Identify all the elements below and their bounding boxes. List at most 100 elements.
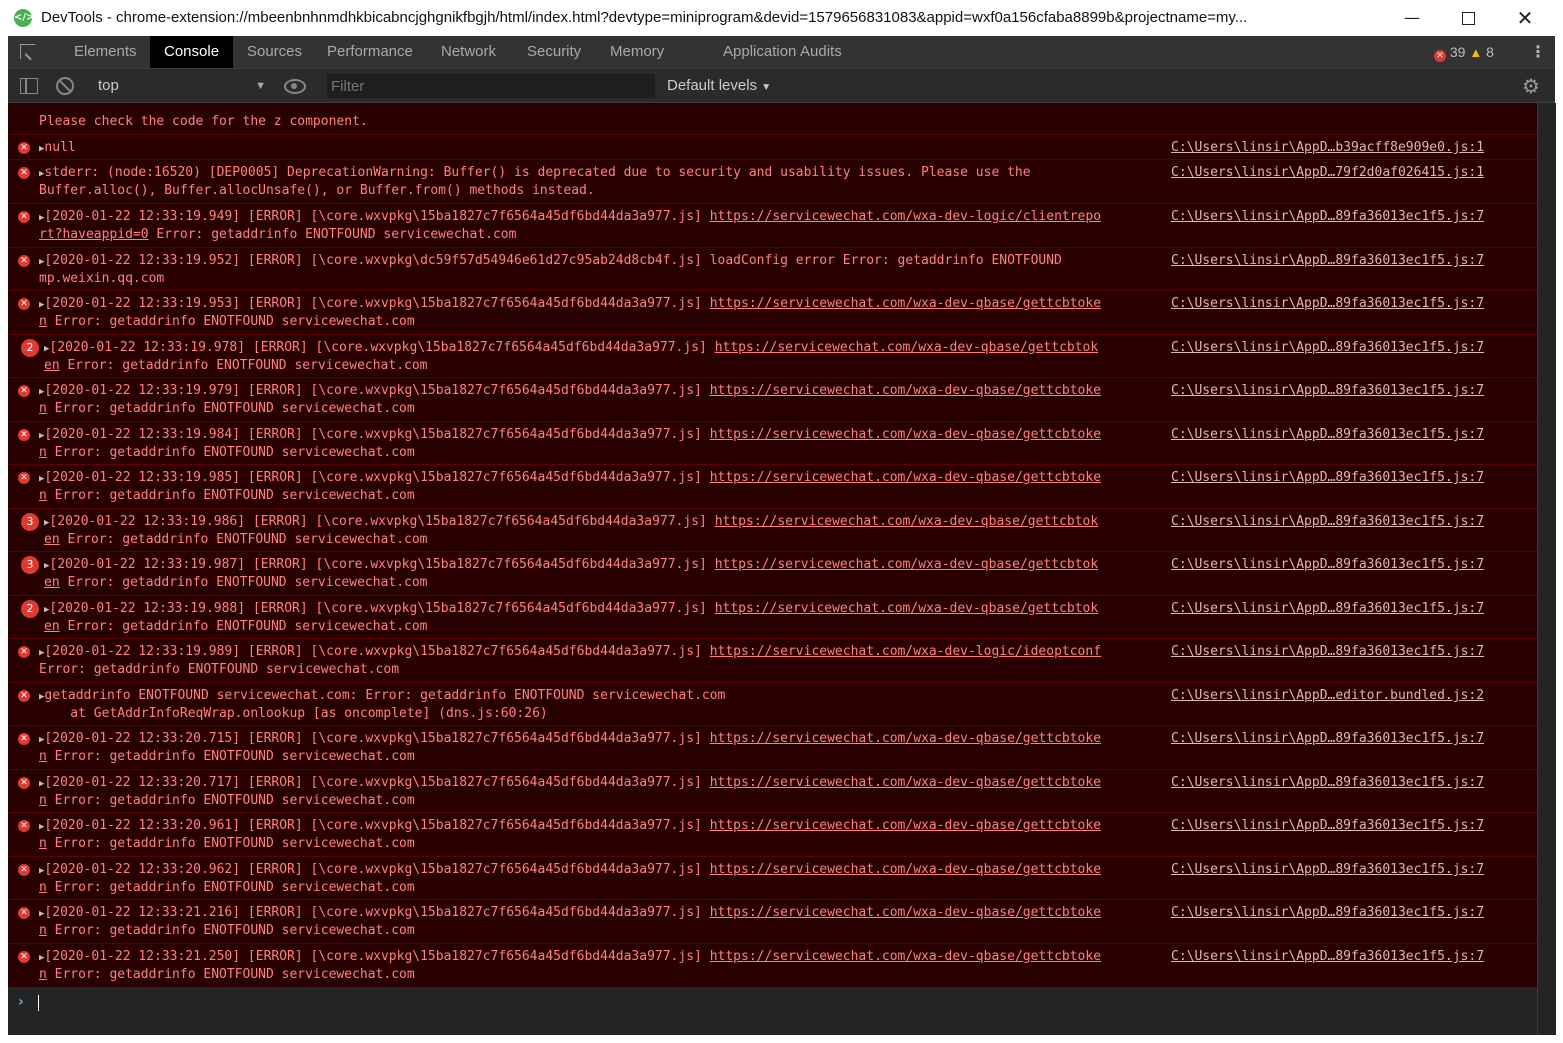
message-url-link-continued[interactable]: en [44,575,60,590]
message-url-link[interactable]: https://servicewechat.com/wxa-dev-qbase/… [710,905,1101,920]
message-url-link[interactable]: https://servicewechat.com/wxa-dev-logic/… [710,209,1101,224]
console-message-row[interactable]: ✕ ▶[2020-01-22 12:33:20.961] [ERROR] [\co… [8,812,1537,856]
maximize-icon[interactable] [1440,0,1496,36]
console-message-row[interactable]: Please check the code for the z componen… [8,109,1537,134]
source-file-link[interactable]: C:\Users\linsir\AppD…b39acff8e909e0.js:1 [1171,139,1484,157]
source-file-link[interactable]: C:\Users\linsir\AppD…89fa36013ec1f5.js:7 [1171,861,1484,879]
tab-audits[interactable]: Audits [786,36,856,68]
message-url-link-continued[interactable]: n [39,749,47,764]
console-message-row[interactable]: ✕ ▶[2020-01-22 12:33:19.979] [ERROR] [\co… [8,377,1537,421]
message-url-link[interactable]: https://servicewechat.com/wxa-dev-qbase/… [715,514,1099,529]
message-url-link-continued[interactable]: n [39,314,47,329]
console-message-row[interactable]: ✕ ▶getaddrinfo ENOTFOUND servicewechat.co… [8,682,1537,725]
console-message-row[interactable]: ✕ ▶[2020-01-22 12:33:19.984] [ERROR] [\co… [8,421,1537,464]
message-continuation: n Error: getaddrinfo ENOTFOUND servicewe… [39,748,415,766]
message-url-link[interactable]: https://servicewechat.com/wxa-dev-qbase/… [715,601,1099,616]
filter-input[interactable] [327,74,655,98]
source-file-link[interactable]: C:\Users\linsir\AppD…89fa36013ec1f5.js:7 [1171,208,1484,226]
message-line2: Error: getaddrinfo ENOTFOUND servicewech… [46,445,415,460]
console-message-row[interactable]: 2 ▶[2020-01-22 12:33:19.988] [ERROR] [\co… [8,595,1537,638]
source-file-link[interactable]: C:\Users\linsir\AppD…89fa36013ec1f5.js:7 [1171,295,1484,313]
console-message-row[interactable]: ✕ ▶[2020-01-22 12:33:19.953] [ERROR] [\co… [8,290,1537,334]
message-url-link[interactable]: https://servicewechat.com/wxa-dev-qbase/… [710,862,1101,877]
message-url-link-continued[interactable]: n [39,445,47,460]
source-file-link[interactable]: C:\Users\linsir\AppD…89fa36013ec1f5.js:7 [1171,252,1484,270]
tab-performance[interactable]: Performance [313,36,427,68]
console-message-row[interactable]: ✕ ▶[2020-01-22 12:33:19.952] [ERROR] [\co… [8,247,1537,290]
source-file-link[interactable]: C:\Users\linsir\AppD…editor.bundled.js:2 [1171,687,1484,705]
console-message-row[interactable]: ✕ ▶[2020-01-22 12:33:20.717] [ERROR] [\co… [8,769,1537,812]
message-url-link-continued[interactable]: n [39,793,47,808]
live-expression-eye-icon[interactable] [284,79,306,94]
console-message-row[interactable]: ✕ ▶null C:\Users\linsir\AppD…b39acff8e909e… [8,134,1537,159]
source-file-link[interactable]: C:\Users\linsir\AppD…89fa36013ec1f5.js:7 [1171,556,1484,574]
source-file-link[interactable]: C:\Users\linsir\AppD…89fa36013ec1f5.js:7 [1171,948,1484,966]
log-levels-dropdown[interactable]: Default levels ▼ [667,77,771,94]
inspect-element-icon[interactable] [20,44,35,59]
message-url-link[interactable]: https://servicewechat.com/wxa-dev-qbase/… [710,731,1101,746]
console-message-row[interactable]: ✕ ▶[2020-01-22 12:33:20.715] [ERROR] [\co… [8,725,1537,769]
source-file-link[interactable]: C:\Users\linsir\AppD…89fa36013ec1f5.js:7 [1171,426,1484,444]
tab-sources[interactable]: Sources [233,36,316,68]
message-url-link-continued[interactable]: rt?haveappid=0 [39,227,149,242]
message-url-link-continued[interactable]: en [44,532,60,547]
console-settings-gear-icon[interactable]: ⚙ [1522,74,1540,98]
message-url-link[interactable]: https://servicewechat.com/wxa-dev-logic/… [710,644,1101,659]
message-url-link[interactable]: https://servicewechat.com/wxa-dev-qbase/… [710,775,1101,790]
more-options-icon[interactable]: ⋮ [1530,42,1546,61]
source-file-link[interactable]: C:\Users\linsir\AppD…89fa36013ec1f5.js:7 [1171,643,1484,661]
message-url-link-continued[interactable]: en [44,358,60,373]
console-message-row[interactable]: ✕ ▶stderr: (node:16520) [DEP0005] Depreca… [8,159,1537,203]
tab-security[interactable]: Security [513,36,595,68]
console-message-row[interactable]: 3 ▶[2020-01-22 12:33:19.987] [ERROR] [\co… [8,551,1537,595]
console-message-row[interactable]: ✕ ▶[2020-01-22 12:33:21.216] [ERROR] [\co… [8,899,1537,943]
message-url-link[interactable]: https://servicewechat.com/wxa-dev-qbase/… [715,340,1099,355]
source-file-link[interactable]: C:\Users\linsir\AppD…89fa36013ec1f5.js:7 [1171,730,1484,748]
message-url-link[interactable]: https://servicewechat.com/wxa-dev-qbase/… [715,557,1099,572]
show-sidebar-icon[interactable] [20,78,38,94]
source-file-link[interactable]: C:\Users\linsir\AppD…79f2d0af026415.js:1 [1171,164,1484,182]
message-url-link-continued[interactable]: n [39,967,47,982]
close-icon[interactable]: ✕ [1497,0,1553,36]
source-file-link[interactable]: C:\Users\linsir\AppD…89fa36013ec1f5.js:7 [1171,817,1484,835]
message-url-link-continued[interactable]: n [39,401,47,416]
message-url-link-continued[interactable]: en [44,619,60,634]
message-url-link-continued[interactable]: n [39,488,47,503]
console-message-row[interactable]: 2 ▶[2020-01-22 12:33:19.978] [ERROR] [\co… [8,334,1537,377]
source-file-link[interactable]: C:\Users\linsir\AppD…89fa36013ec1f5.js:7 [1171,904,1484,922]
source-file-link[interactable]: C:\Users\linsir\AppD…89fa36013ec1f5.js:7 [1171,600,1484,618]
message-line2: Error: getaddrinfo ENOTFOUND servicewech… [46,836,415,851]
console-message-row[interactable]: ✕ ▶[2020-01-22 12:33:20.962] [ERROR] [\co… [8,856,1537,899]
console-prompt[interactable]: › [8,987,1537,1035]
console-message-row[interactable]: ✕ ▶[2020-01-22 12:33:21.250] [ERROR] [\co… [8,943,1537,987]
tab-memory[interactable]: Memory [596,36,678,68]
message-text: ▶stderr: (node:16520) [DEP0005] Deprecat… [39,164,1031,183]
clear-console-icon[interactable] [56,77,74,95]
source-file-link[interactable]: C:\Users\linsir\AppD…89fa36013ec1f5.js:7 [1171,339,1484,357]
source-file-link[interactable]: C:\Users\linsir\AppD…89fa36013ec1f5.js:7 [1171,774,1484,792]
console-message-row[interactable]: 3 ▶[2020-01-22 12:33:19.986] [ERROR] [\co… [8,508,1537,551]
minimize-icon[interactable]: — [1384,0,1440,36]
message-url-link-continued[interactable]: n [39,923,47,938]
tab-console[interactable]: Console [150,36,234,68]
context-selector[interactable]: top ▼ [98,76,268,96]
message-url-link[interactable]: https://servicewechat.com/wxa-dev-qbase/… [710,427,1101,442]
message-url-link-continued[interactable]: n [39,836,47,851]
source-file-link[interactable]: C:\Users\linsir\AppD…89fa36013ec1f5.js:7 [1171,513,1484,531]
log-levels-label: Default levels [667,77,758,94]
tab-elements[interactable]: Elements [60,36,151,68]
issue-counts[interactable]: ✕ 39 ▲ 8 [1434,44,1494,62]
console-message-row[interactable]: ✕ ▶[2020-01-22 12:33:19.949] [ERROR] [\co… [8,203,1537,247]
message-url-link[interactable]: https://servicewechat.com/wxa-dev-qbase/… [710,818,1101,833]
message-url-link[interactable]: https://servicewechat.com/wxa-dev-qbase/… [710,296,1101,311]
message-url-link[interactable]: https://servicewechat.com/wxa-dev-qbase/… [710,949,1101,964]
message-url-link[interactable]: https://servicewechat.com/wxa-dev-qbase/… [710,383,1101,398]
console-scrollbar[interactable] [1537,103,1556,1035]
console-message-row[interactable]: ✕ ▶[2020-01-22 12:33:19.989] [ERROR] [\co… [8,638,1537,682]
tab-network[interactable]: Network [427,36,510,68]
source-file-link[interactable]: C:\Users\linsir\AppD…89fa36013ec1f5.js:7 [1171,382,1484,400]
message-url-link-continued[interactable]: n [39,880,47,895]
console-message-row[interactable]: ✕ ▶[2020-01-22 12:33:19.985] [ERROR] [\co… [8,464,1537,508]
source-file-link[interactable]: C:\Users\linsir\AppD…89fa36013ec1f5.js:7 [1171,469,1484,487]
message-url-link[interactable]: https://servicewechat.com/wxa-dev-qbase/… [710,470,1101,485]
